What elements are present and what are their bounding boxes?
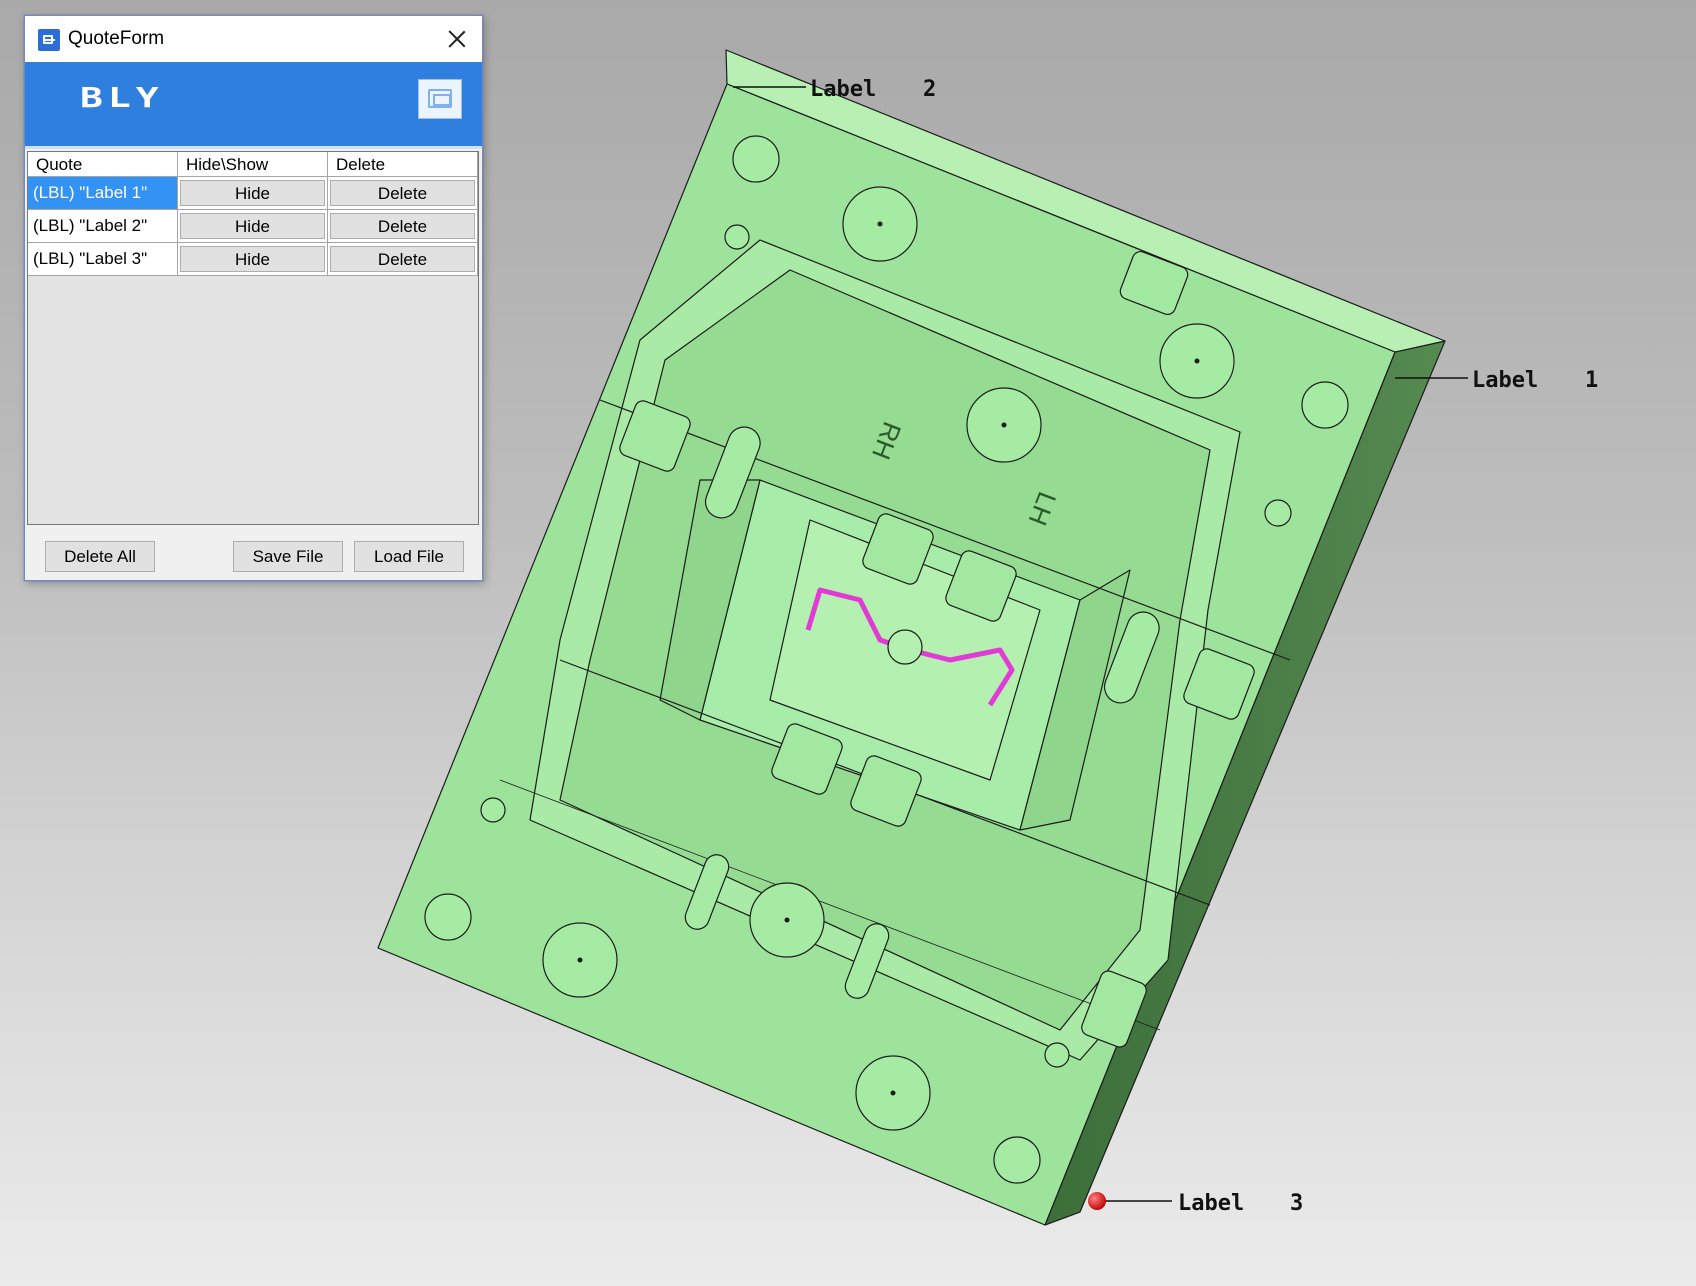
- quote-cell[interactable]: (LBL) "Label 3": [28, 243, 178, 276]
- image-icon-inner: [433, 94, 451, 106]
- table-row[interactable]: (LBL) "Label 3" Hide Delete: [28, 243, 478, 276]
- close-icon[interactable]: [432, 16, 482, 62]
- quote-grid: Quote Hide\Show Delete (LBL) "Label 1" H…: [27, 151, 479, 525]
- screenshot-button[interactable]: [418, 79, 462, 119]
- quote-form-window: QuoteForm BLY Quote Hide\Show Delete (LB…: [24, 15, 483, 581]
- label-1-number: 1: [1585, 368, 1598, 393]
- brand-logo: BLY: [80, 82, 164, 114]
- delete-cell: Delete: [328, 243, 478, 276]
- table-row[interactable]: (LBL) "Label 2" Hide Delete: [28, 210, 478, 243]
- hide-button[interactable]: Hide: [180, 246, 325, 272]
- label-3-marker-icon[interactable]: [1088, 1192, 1106, 1210]
- quote-cell[interactable]: (LBL) "Label 2": [28, 210, 178, 243]
- delete-button[interactable]: Delete: [330, 246, 475, 272]
- cad-label-3[interactable]: Label 3: [1088, 1191, 1303, 1216]
- label-2-name: Label: [810, 77, 876, 102]
- delete-button[interactable]: Delete: [330, 213, 475, 239]
- hide-button[interactable]: Hide: [180, 213, 325, 239]
- table-row[interactable]: (LBL) "Label 1" Hide Delete: [28, 177, 478, 210]
- delete-all-button[interactable]: Delete All: [45, 541, 155, 572]
- save-file-button[interactable]: Save File: [233, 541, 343, 572]
- hide-button[interactable]: Hide: [180, 180, 325, 206]
- hide-cell: Hide: [178, 177, 328, 210]
- delete-cell: Delete: [328, 210, 478, 243]
- label-3-name: Label: [1178, 1191, 1244, 1216]
- label-2-number: 2: [923, 77, 936, 102]
- column-header-quote[interactable]: Quote: [28, 152, 178, 177]
- app-window-icon: [38, 29, 60, 51]
- delete-button[interactable]: Delete: [330, 180, 475, 206]
- column-header-delete[interactable]: Delete: [328, 152, 478, 177]
- hide-cell: Hide: [178, 210, 328, 243]
- label-3-number: 3: [1290, 1191, 1303, 1216]
- load-file-button[interactable]: Load File: [354, 541, 464, 572]
- hide-cell: Hide: [178, 243, 328, 276]
- quote-cell[interactable]: (LBL) "Label 1": [28, 177, 178, 210]
- window-titlebar[interactable]: QuoteForm: [25, 16, 482, 62]
- brand-banner: BLY: [25, 62, 482, 149]
- label-1-name: Label: [1472, 368, 1538, 393]
- mold-plate[interactable]: [377, 49, 1446, 1226]
- window-title: QuoteForm: [68, 28, 165, 49]
- delete-cell: Delete: [328, 177, 478, 210]
- column-header-hide-show[interactable]: Hide\Show: [178, 152, 328, 177]
